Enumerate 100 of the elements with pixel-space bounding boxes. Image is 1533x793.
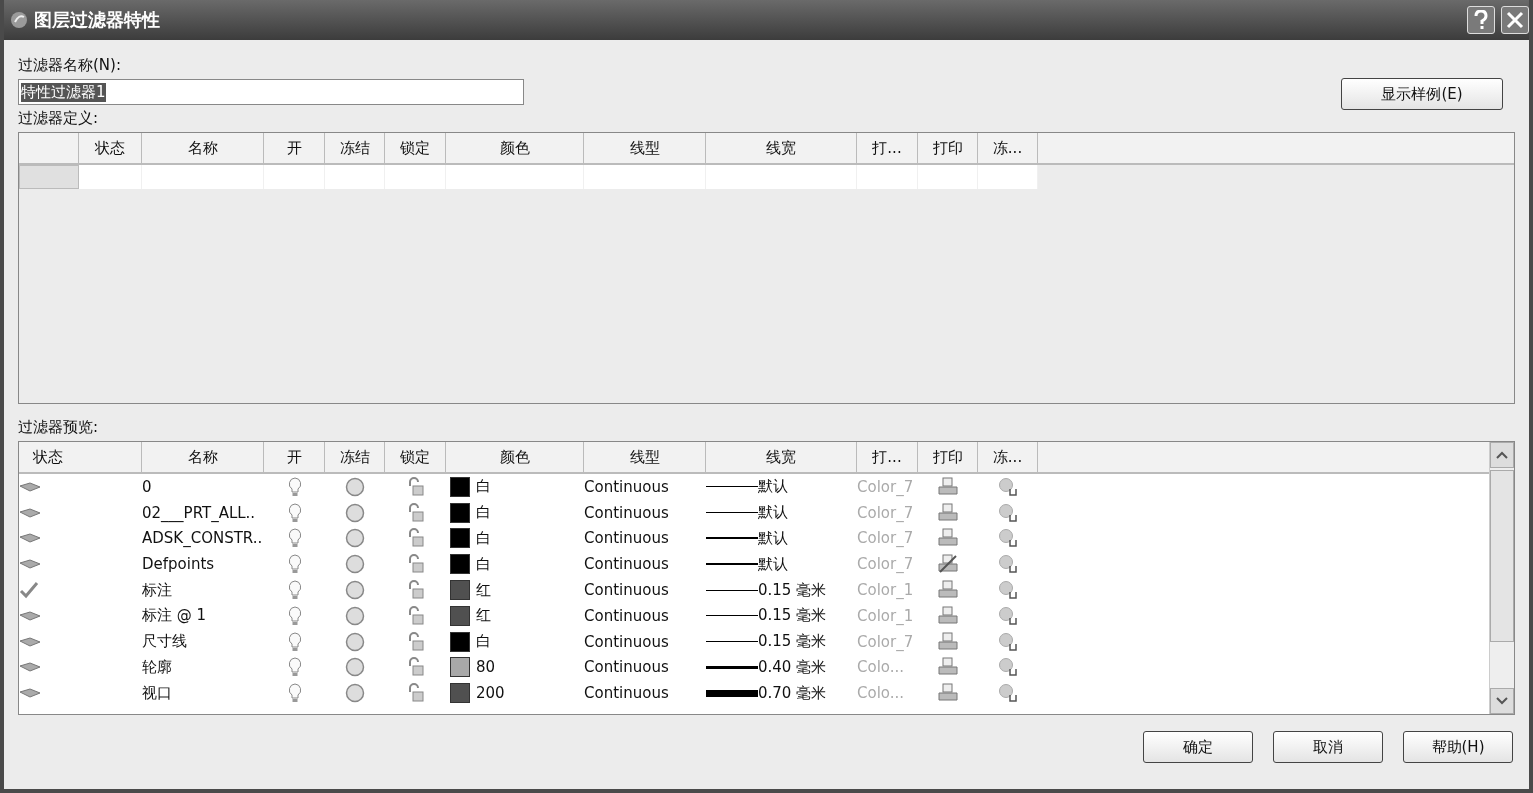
column-header[interactable]: 颜色 [446,442,584,472]
color-swatch[interactable] [450,605,470,626]
column-header[interactable]: 锁定 [385,133,446,163]
sun-frame-icon[interactable] [998,580,1018,601]
layer-icon[interactable] [19,687,41,700]
column-header[interactable]: 名称 [142,133,264,163]
filter-definition-label: 过滤器定义: [18,109,99,128]
column-header[interactable]: 冻结 [325,133,385,163]
padlock-icon[interactable] [406,554,425,575]
printer-icon[interactable] [937,580,959,601]
padlock-icon[interactable] [406,683,425,704]
sun-frame-icon[interactable] [998,657,1018,678]
show-legend-button[interactable]: 显示样例(E) [1341,78,1503,110]
lightbulb-icon[interactable] [287,631,302,652]
column-header[interactable]: 线型 [584,442,706,472]
padlock-icon[interactable] [406,502,425,523]
color-swatch[interactable] [450,631,470,652]
lightbulb-icon[interactable] [287,605,302,626]
sun-frame-icon[interactable] [998,683,1018,704]
sun-frame-icon[interactable] [998,476,1018,497]
column-header[interactable]: 冻结 [325,442,385,472]
column-header[interactable]: 开 [264,133,325,163]
sun-frame-icon[interactable] [998,554,1018,575]
layer-icon[interactable] [19,635,41,648]
layer-icon[interactable] [19,558,41,571]
lightbulb-icon[interactable] [287,580,302,601]
layer-icon[interactable] [19,506,41,519]
lightbulb-icon[interactable] [287,476,302,497]
printer-icon[interactable] [937,631,959,652]
column-header[interactable]: 状态 [19,442,142,472]
printer-icon[interactable] [937,683,959,704]
circle-icon[interactable] [345,476,365,497]
circle-icon[interactable] [345,528,365,549]
filter-name-field[interactable]: 特性过滤器1 [18,79,524,105]
color-swatch[interactable] [450,476,470,497]
printer-icon[interactable] [937,657,959,678]
column-header[interactable]: 冻... [978,442,1038,472]
help-dialog-button[interactable]: 帮助(H) [1403,731,1513,763]
linetype-name: Continuous [584,554,670,576]
sun-frame-icon[interactable] [998,528,1018,549]
sun-frame-icon[interactable] [998,502,1018,523]
circle-icon[interactable] [345,502,365,523]
scrollbar-thumb[interactable] [1490,470,1514,642]
layer-icon[interactable] [19,661,41,674]
filter-name-label: 过滤器名称(N): [18,56,121,75]
printer-icon[interactable] [937,502,959,523]
column-header[interactable]: 打... [857,442,918,472]
help-button[interactable] [1467,6,1495,34]
column-header[interactable]: 锁定 [385,442,446,472]
lightbulb-icon[interactable] [287,657,302,678]
lightbulb-icon[interactable] [287,528,302,549]
column-header[interactable]: 名称 [142,442,264,472]
lightbulb-icon[interactable] [287,683,302,704]
color-swatch[interactable] [450,502,470,523]
help-icon [1473,10,1489,30]
column-header[interactable]: 打印 [918,442,978,472]
printer-icon[interactable] [937,605,959,626]
layer-icon[interactable] [19,480,41,493]
lightbulb-icon[interactable] [287,502,302,523]
column-header[interactable]: 状态 [79,133,142,163]
color-name: 红 [476,580,491,600]
circle-icon[interactable] [345,657,365,678]
close-button[interactable] [1501,6,1529,34]
color-swatch[interactable] [450,528,470,549]
lightbulb-icon[interactable] [287,554,302,575]
printer-icon[interactable] [937,476,959,497]
padlock-icon[interactable] [406,476,425,497]
column-header[interactable]: 线宽 [706,133,857,163]
scrollbar[interactable] [1489,442,1514,714]
circle-icon[interactable] [345,580,365,601]
column-header[interactable]: 打印 [918,133,978,163]
column-header[interactable]: 颜色 [446,133,584,163]
circle-icon[interactable] [345,683,365,704]
color-swatch[interactable] [450,657,470,678]
check-icon[interactable] [19,581,39,600]
printer-icon[interactable] [937,528,959,549]
color-swatch[interactable] [450,580,470,601]
padlock-icon[interactable] [406,605,425,626]
column-header[interactable]: 冻... [978,133,1038,163]
padlock-icon[interactable] [406,580,425,601]
layer-icon[interactable] [19,609,41,622]
sun-frame-icon[interactable] [998,605,1018,626]
lineweight-value: 0.15 毫米 [758,606,827,626]
color-swatch[interactable] [450,554,470,575]
sun-frame-icon[interactable] [998,631,1018,652]
circle-icon[interactable] [345,631,365,652]
column-header[interactable]: 线型 [584,133,706,163]
padlock-icon[interactable] [406,528,425,549]
column-header[interactable]: 线宽 [706,442,857,472]
circle-icon[interactable] [345,605,365,626]
padlock-icon[interactable] [406,631,425,652]
padlock-icon[interactable] [406,657,425,678]
layer-icon[interactable] [19,532,41,545]
cancel-button[interactable]: 取消 [1273,731,1383,763]
column-header[interactable]: 打... [857,133,918,163]
crossed-printer-icon[interactable] [937,554,959,575]
ok-button[interactable]: 确定 [1143,731,1253,763]
column-header[interactable]: 开 [264,442,325,472]
color-swatch[interactable] [450,683,470,704]
circle-icon[interactable] [345,554,365,575]
